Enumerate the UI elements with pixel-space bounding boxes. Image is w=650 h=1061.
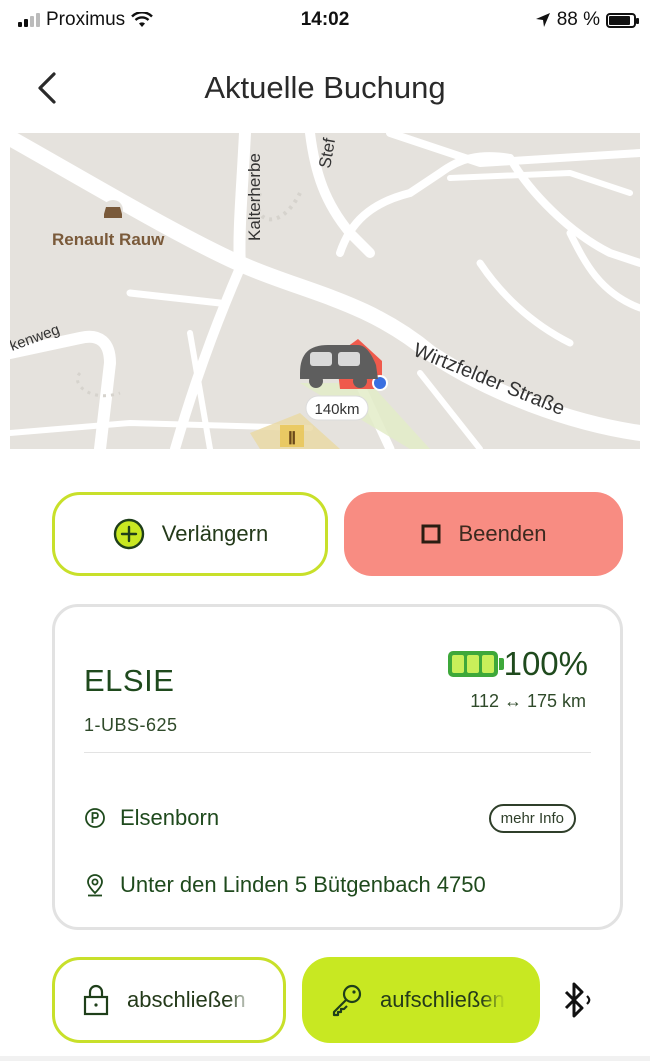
car-card: ELSIE 1-UBS-625 100% 112 ↔ 175 km Elsenb… xyxy=(52,604,623,930)
bottom-edge xyxy=(0,1056,650,1061)
unlock-label: aufschließen xyxy=(380,987,505,1012)
page-title: Aktuelle Buchung xyxy=(204,70,446,105)
end-booking-button[interactable]: Beenden xyxy=(344,492,623,576)
end-label: Beenden xyxy=(458,521,547,546)
address-text: Unter den Linden 5 Bütgenbach 4750 xyxy=(120,872,486,897)
header: Aktuelle Buchung xyxy=(0,60,650,120)
battery-percent: 88 % xyxy=(556,9,600,30)
lock-button[interactable]: abschließen xyxy=(52,957,286,1043)
unlock-button[interactable]: aufschließen xyxy=(302,957,540,1043)
map-pin-icon xyxy=(87,874,103,897)
bluetooth-icon[interactable] xyxy=(560,980,596,1020)
car-name: ELSIE xyxy=(84,663,175,698)
stop-square-icon xyxy=(421,524,441,544)
extend-label: Verlängern xyxy=(161,521,269,546)
more-info-button[interactable]: mehr Info xyxy=(488,804,576,833)
car-range-badge: 140km xyxy=(314,401,359,418)
lock-icon xyxy=(83,984,109,1016)
car-marker[interactable] xyxy=(300,339,388,391)
location-arrow-icon xyxy=(535,13,550,27)
map-street-vertical: Kalterherbe xyxy=(245,153,264,241)
status-bar: Proximus 14:02 88 % xyxy=(0,0,650,38)
charge-level: 100% xyxy=(447,645,588,683)
car-icon-poi xyxy=(103,200,123,220)
battery-icon xyxy=(447,651,504,677)
address-row: Unter den Linden 5 Bütgenbach 4750 xyxy=(84,872,486,898)
map-canvas: Renault Rauw Wirtzfelder Straße Kalterhe… xyxy=(10,133,640,449)
location-row: Elsenborn xyxy=(84,805,219,831)
extend-button[interactable]: Verlängern xyxy=(52,492,328,576)
svg-text:Ⅱ: Ⅱ xyxy=(288,429,296,448)
battery-group: 88 % xyxy=(535,9,639,31)
map-view[interactable]: Renault Rauw Wirtzfelder Straße Kalterhe… xyxy=(10,133,640,449)
range-text: 112 ↔ 175 km xyxy=(470,691,586,711)
lock-label: abschließen xyxy=(127,987,246,1012)
map-street-top: Stef xyxy=(315,136,339,169)
battery-icon xyxy=(606,12,639,28)
location-name: Elsenborn xyxy=(120,805,220,830)
charge-percent: 100% xyxy=(503,645,588,682)
divider xyxy=(84,752,591,753)
map-poi-label: Renault Rauw xyxy=(52,230,165,249)
parking-icon xyxy=(85,808,105,828)
map-street-main: Wirtzfelder Straße xyxy=(410,339,568,420)
key-icon xyxy=(332,984,362,1017)
plus-circle-icon xyxy=(113,518,144,550)
license-plate: 1-UBS-625 xyxy=(84,715,178,735)
